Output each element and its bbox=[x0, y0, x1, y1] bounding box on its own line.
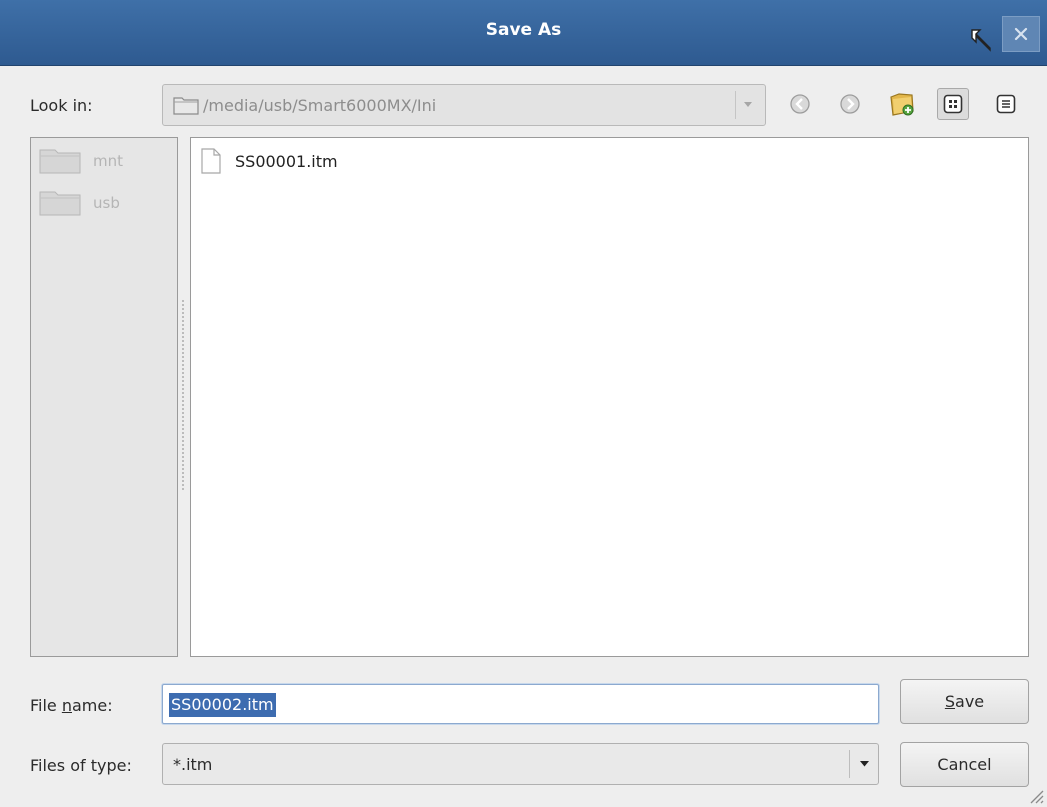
icon-view-icon bbox=[943, 94, 963, 114]
title-bar[interactable]: Save As bbox=[0, 0, 1047, 66]
files-of-type-label: Files of type: bbox=[30, 756, 132, 775]
label-part: File bbox=[30, 696, 62, 715]
file-name-label: SS00001.itm bbox=[235, 151, 338, 171]
sidebar-item-mnt[interactable]: mnt bbox=[39, 146, 123, 176]
forward-icon bbox=[840, 94, 860, 114]
folder-icon bbox=[39, 191, 81, 216]
chevron-down-icon[interactable] bbox=[743, 101, 753, 109]
files-of-type-value: *.itm bbox=[173, 755, 213, 774]
mnemonic: S bbox=[944, 692, 956, 711]
sidebar-item-label: mnt bbox=[93, 152, 123, 170]
close-button[interactable] bbox=[1002, 16, 1040, 52]
resize-grip-icon[interactable] bbox=[1025, 785, 1045, 805]
look-in-combo[interactable]: /media/usb/Smart6000MX/Ini bbox=[162, 84, 766, 126]
files-of-type-combo[interactable]: *.itm bbox=[162, 743, 879, 785]
places-sidebar[interactable]: mnt usb bbox=[30, 137, 178, 657]
save-button[interactable]: Save bbox=[900, 679, 1029, 724]
file-icon bbox=[201, 148, 221, 174]
look-in-label: Look in: bbox=[30, 96, 93, 115]
file-name-input[interactable]: SS00002.itm bbox=[162, 684, 879, 724]
look-in-path: /media/usb/Smart6000MX/Ini bbox=[203, 96, 437, 115]
new-folder-icon bbox=[890, 93, 914, 116]
forward-button[interactable] bbox=[834, 88, 866, 120]
chevron-down-icon[interactable] bbox=[859, 760, 870, 768]
folder-icon bbox=[39, 149, 81, 174]
new-folder-button[interactable] bbox=[886, 88, 918, 120]
save-as-dialog: Save As Look in: /media/usb/Smart6000MX/… bbox=[0, 0, 1047, 807]
folder-icon bbox=[173, 97, 199, 115]
save-label: ave bbox=[955, 692, 985, 711]
detail-view-button[interactable] bbox=[990, 88, 1022, 120]
window-title: Save As bbox=[485, 20, 562, 40]
back-button[interactable] bbox=[784, 88, 816, 120]
back-icon bbox=[790, 94, 810, 114]
file-list[interactable]: SS00001.itm bbox=[190, 137, 1029, 657]
file-name-value: SS00002.itm bbox=[169, 693, 276, 717]
cancel-button[interactable]: Cancel bbox=[900, 742, 1029, 787]
close-icon bbox=[1014, 27, 1028, 41]
detail-view-icon bbox=[996, 94, 1016, 114]
combo-divider bbox=[849, 750, 850, 778]
icon-view-button[interactable] bbox=[937, 88, 969, 120]
label-part: ame: bbox=[72, 696, 113, 715]
list-item[interactable]: SS00001.itm bbox=[201, 146, 338, 176]
combo-divider bbox=[735, 91, 736, 119]
sidebar-item-usb[interactable]: usb bbox=[39, 188, 120, 218]
sidebar-item-label: usb bbox=[93, 194, 120, 212]
mouse-cursor-icon bbox=[971, 29, 991, 52]
file-name-label: File name: bbox=[30, 696, 113, 715]
splitter-handle[interactable] bbox=[180, 300, 186, 490]
mnemonic: n bbox=[61, 696, 72, 715]
